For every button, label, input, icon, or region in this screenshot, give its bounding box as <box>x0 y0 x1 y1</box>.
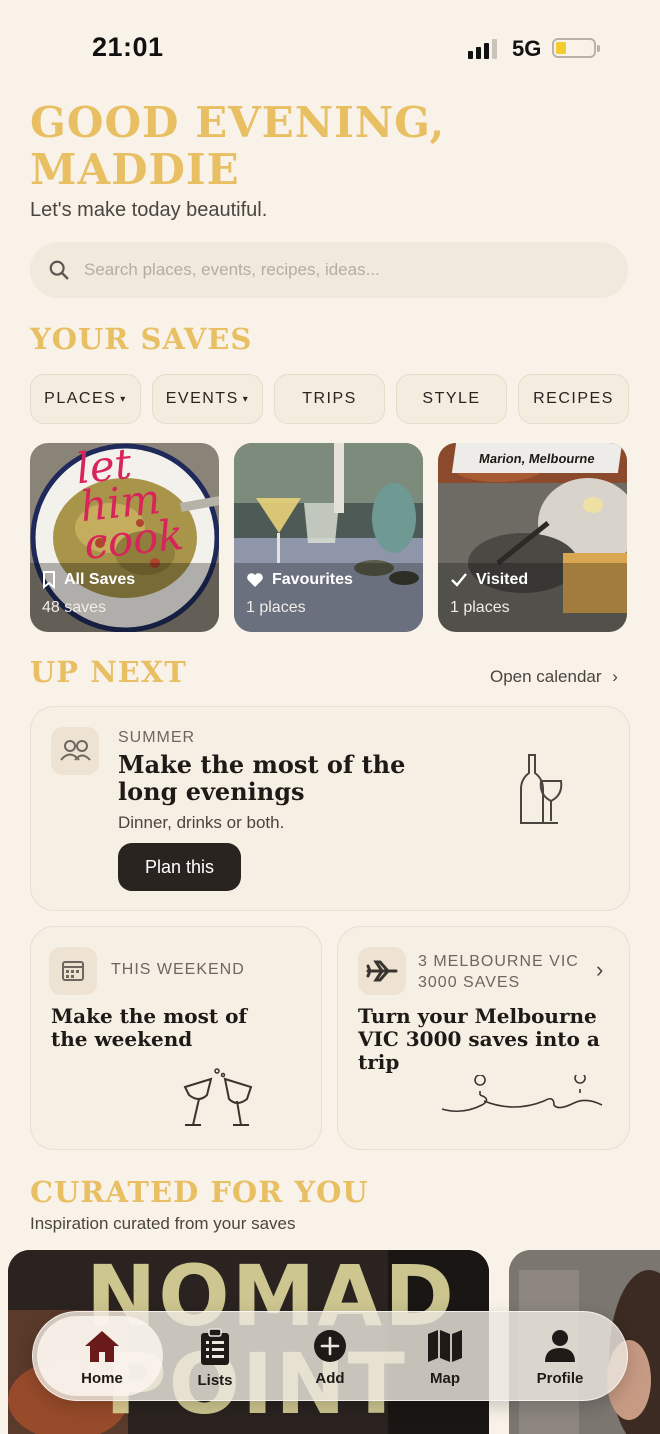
save-card-favourites[interactable]: Favourites 1 places <box>234 443 423 632</box>
save-card-visited[interactable]: Marion, Melbourne Visited 1 places <box>438 443 627 632</box>
chevron-right-icon[interactable]: › <box>596 957 603 983</box>
card-title-line2: VIC 3000 saves into a <box>358 1027 600 1051</box>
chip-label: STYLE <box>422 390 481 407</box>
save-card-count: 48 saves <box>42 599 107 616</box>
tab-label: Home <box>81 1370 123 1387</box>
curated-subtitle: Inspiration curated from your saves <box>30 1214 296 1233</box>
label-text: Favourites <box>272 571 353 588</box>
clipboard-list-icon <box>201 1328 229 1365</box>
card-kicker: THIS WEEKEND <box>111 961 245 978</box>
chevron-down-icon: ▾ <box>242 393 250 405</box>
save-card-count: 1 places <box>246 599 306 616</box>
heart-icon <box>247 573 263 587</box>
tab-label: Add <box>315 1370 345 1387</box>
map-icon <box>428 1330 462 1362</box>
plane-icon-tile <box>358 947 406 995</box>
label-text: Visited <box>476 571 529 588</box>
plus-circle-icon <box>314 1330 346 1362</box>
card-title-line2: long evenings <box>118 777 305 806</box>
calendar-icon <box>62 961 84 981</box>
card-title-line2: the weekend <box>51 1027 193 1051</box>
plan-this-button[interactable]: Plan this <box>118 843 241 891</box>
save-card-label: Visited <box>450 571 528 589</box>
card-kicker-line1: 3 MELBOURNE VIC <box>418 953 579 970</box>
handwritten-overlay: let him cook <box>73 443 186 569</box>
bookmark-icon <box>43 571 55 589</box>
chip-label: RECIPES <box>533 390 614 407</box>
weekend-card[interactable]: THIS WEEKEND Make the most of the weeken… <box>30 926 322 1150</box>
chip-trips[interactable]: TRIPS <box>274 374 385 424</box>
card-kicker-line2: 3000 SAVES <box>418 974 521 991</box>
chip-label: PLACES <box>44 390 117 407</box>
tab-label: Profile <box>536 1370 584 1387</box>
card-title-line1: Turn your Melbourne <box>358 1004 597 1028</box>
chip-recipes[interactable]: RECIPES <box>518 374 629 424</box>
chevron-right-icon: › <box>612 667 618 686</box>
open-calendar-link[interactable]: Open calendar › <box>490 667 618 687</box>
link-text: Open calendar <box>490 667 602 686</box>
tab-map[interactable]: Map <box>388 1312 502 1402</box>
route-path-icon <box>441 1075 603 1113</box>
card-title-line1: Make the most of the <box>118 750 406 779</box>
calendar-icon-tile <box>49 947 97 995</box>
chip-style[interactable]: STYLE <box>396 374 507 424</box>
home-icon <box>85 1331 119 1362</box>
save-card-label: Favourites <box>246 571 353 589</box>
signal-icon <box>468 39 497 59</box>
plane-icon <box>366 960 398 982</box>
upnext-section-title: UP NEXT <box>30 655 187 689</box>
search-placeholder: Search places, events, recipes, ideas... <box>84 260 380 279</box>
user-icon <box>545 1330 575 1362</box>
chip-label: EVENTS <box>165 390 239 407</box>
saves-section-title: YOUR SAVES <box>30 322 253 356</box>
location-tag: Marion, Melbourne <box>451 443 623 473</box>
label-text: All Saves <box>64 571 136 588</box>
tab-lists[interactable]: Lists <box>158 1312 272 1402</box>
check-icon <box>451 573 467 587</box>
chevron-down-icon: ▾ <box>120 393 127 405</box>
tab-home[interactable]: Home <box>45 1312 159 1402</box>
chip-label: TRIPS <box>302 390 357 407</box>
search-input[interactable]: Search places, events, recipes, ideas... <box>30 242 628 298</box>
champagne-toast-icon <box>183 1068 253 1126</box>
people-icon-tile <box>51 727 99 775</box>
card-kicker: SUMMER <box>118 729 196 746</box>
save-card-all-saves[interactable]: let him cook All Saves 48 saves <box>30 443 219 632</box>
greeting-title: GOOD EVENING, <box>30 98 446 147</box>
summer-card[interactable]: SUMMER Make the most of the long evening… <box>30 706 630 911</box>
people-icon <box>60 740 91 761</box>
greeting-name: MADDIE <box>30 145 240 194</box>
tab-label: Lists <box>197 1372 233 1389</box>
tab-profile[interactable]: Profile <box>503 1312 617 1402</box>
card-title-line1: Make the most of <box>51 1004 248 1028</box>
chip-events[interactable]: EVENTS ▾ <box>152 374 263 424</box>
save-card-count: 1 places <box>450 599 510 616</box>
tab-bar: Home Lists Add Map Profile <box>32 1311 628 1401</box>
card-title-line3: trip <box>358 1050 400 1074</box>
search-icon <box>49 260 69 280</box>
trip-card[interactable]: 3 MELBOURNE VIC 3000 SAVES › Turn your M… <box>337 926 630 1150</box>
curated-section-title: CURATED FOR YOU <box>30 1175 369 1209</box>
tab-add[interactable]: Add <box>273 1312 387 1402</box>
chip-places[interactable]: PLACES ▾ <box>30 374 141 424</box>
status-time: 21:01 <box>92 32 164 62</box>
save-card-label: All Saves <box>42 571 135 589</box>
battery-icon <box>552 38 600 58</box>
card-subtitle: Dinner, drinks or both. <box>118 813 285 832</box>
wine-bottle-glass-icon <box>520 754 563 824</box>
greeting-subtitle: Let's make today beautiful. <box>30 199 268 221</box>
tab-label: Map <box>430 1370 460 1387</box>
network-label: 5G <box>512 36 542 61</box>
